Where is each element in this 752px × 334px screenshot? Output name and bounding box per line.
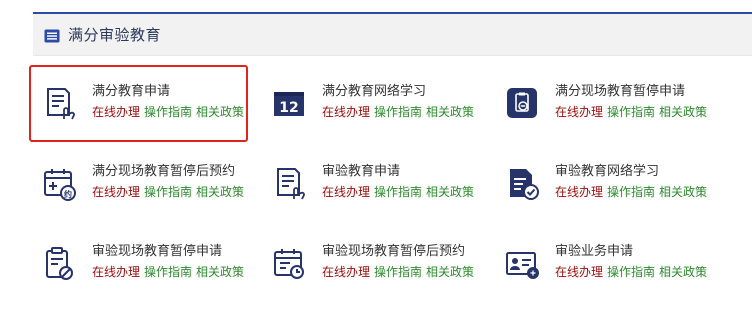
panel-title: 满分审验教育 xyxy=(68,26,162,44)
policy-link[interactable]: 相关政策 xyxy=(659,265,707,279)
service-name: 审验教育网络学习 xyxy=(555,164,660,179)
guide-link[interactable]: 操作指南 xyxy=(607,265,655,279)
service-item-review-onsite-pause-appointment[interactable]: 审验现场教育暂停后预约 在线办理 操作指南 相关政策 xyxy=(272,243,474,282)
online-handle-link[interactable]: 在线办理 xyxy=(322,185,370,199)
service-name: 审验现场教育暂停申请 xyxy=(92,244,223,259)
online-handle-link[interactable]: 在线办理 xyxy=(555,265,603,279)
form-hand-icon xyxy=(272,166,308,202)
online-handle-link[interactable]: 在线办理 xyxy=(555,105,603,119)
guide-link[interactable]: 操作指南 xyxy=(374,185,422,199)
service-name: 满分现场教育暂停后预约 xyxy=(92,164,236,179)
service-name: 审验现场教育暂停后预约 xyxy=(322,244,466,259)
svg-text:约: 约 xyxy=(64,189,72,199)
service-name: 满分现场教育暂停申请 xyxy=(555,84,686,99)
service-name: 审验业务申请 xyxy=(555,244,634,259)
guide-link[interactable]: 操作指南 xyxy=(144,265,192,279)
clipboard-minus-icon xyxy=(505,86,541,122)
policy-link[interactable]: 相关政策 xyxy=(426,105,474,119)
online-handle-link[interactable]: 在线办理 xyxy=(322,265,370,279)
policy-link[interactable]: 相关政策 xyxy=(196,185,244,199)
selected-item-highlight xyxy=(29,65,248,142)
policy-link[interactable]: 相关政策 xyxy=(659,105,707,119)
service-item-full-score-online-study[interactable]: 12 满分教育网络学习 在线办理 操作指南 相关政策 xyxy=(272,83,474,122)
service-item-review-business-apply[interactable]: 审验业务申请 在线办理 操作指南 相关政策 xyxy=(505,243,707,282)
service-item-full-score-onsite-pause-apply[interactable]: 满分现场教育暂停申请 在线办理 操作指南 相关政策 xyxy=(505,83,707,122)
guide-link[interactable]: 操作指南 xyxy=(607,105,655,119)
policy-link[interactable]: 相关政策 xyxy=(659,185,707,199)
calendar-clock-icon xyxy=(272,246,308,282)
guide-link[interactable]: 操作指南 xyxy=(607,185,655,199)
guide-link[interactable]: 操作指南 xyxy=(144,185,192,199)
online-handle-link[interactable]: 在线办理 xyxy=(92,265,140,279)
online-handle-link[interactable]: 在线办理 xyxy=(555,185,603,199)
guide-link[interactable]: 操作指南 xyxy=(374,105,422,119)
service-item-full-score-onsite-pause-appointment[interactable]: 约 满分现场教育暂停后预约 在线办理 操作指南 相关政策 xyxy=(42,163,244,202)
policy-link[interactable]: 相关政策 xyxy=(196,265,244,279)
policy-link[interactable]: 相关政策 xyxy=(426,265,474,279)
id-card-icon xyxy=(505,246,541,282)
policy-link[interactable]: 相关政策 xyxy=(426,185,474,199)
svg-text:12: 12 xyxy=(279,100,298,116)
online-handle-link[interactable]: 在线办理 xyxy=(92,185,140,199)
service-name: 审验教育申请 xyxy=(322,164,401,179)
document-check-icon xyxy=(505,166,541,202)
service-item-review-education-apply[interactable]: 审验教育申请 在线办理 操作指南 相关政策 xyxy=(272,163,474,202)
service-item-review-onsite-pause-apply[interactable]: 审验现场教育暂停申请 在线办理 操作指南 相关政策 xyxy=(42,243,244,282)
panel-header: 满分审验教育 xyxy=(33,14,752,56)
calendar-appointment-icon: 约 xyxy=(42,166,78,202)
service-item-review-online-study[interactable]: 审验教育网络学习 在线办理 操作指南 相关政策 xyxy=(505,163,707,202)
online-handle-link[interactable]: 在线办理 xyxy=(322,105,370,119)
service-name: 满分教育网络学习 xyxy=(322,84,427,99)
guide-link[interactable]: 操作指南 xyxy=(374,265,422,279)
clipboard-ban-icon xyxy=(42,246,78,282)
list-card-icon xyxy=(44,28,60,42)
calendar-12-icon: 12 xyxy=(272,86,308,122)
